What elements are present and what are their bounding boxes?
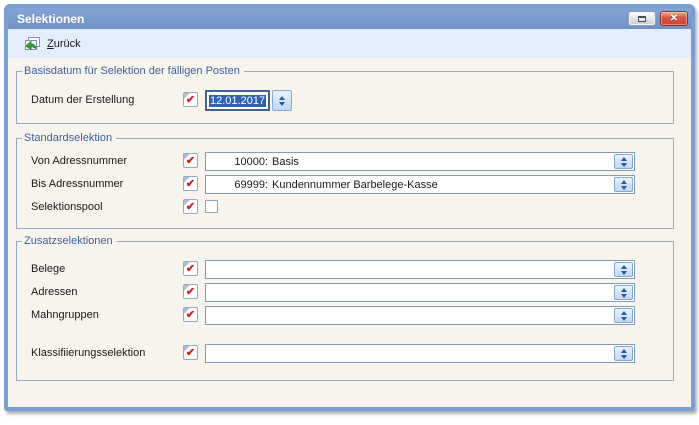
- spinner-button[interactable]: [614, 346, 633, 361]
- field-label: Datum der Erstellung: [31, 94, 134, 106]
- check-icon: ✔: [186, 287, 195, 298]
- group-legend: Basisdatum für Selektion der fälligen Po…: [22, 64, 244, 78]
- date-input[interactable]: 12.01.2017: [205, 90, 270, 111]
- spin-up-icon: [621, 288, 627, 292]
- spinner-button[interactable]: [614, 308, 633, 323]
- spin-up-icon: [621, 265, 627, 269]
- check-icon: ✔: [186, 202, 195, 213]
- group-legend: Zusatzselektionen: [22, 234, 117, 248]
- group-basisdatum: Basisdatum für Selektion der fälligen Po…: [16, 71, 674, 124]
- date-spinner-button[interactable]: [272, 90, 292, 111]
- close-icon: ✕: [670, 14, 678, 24]
- field-value: [208, 310, 272, 322]
- field-label: Selektionspool: [31, 201, 103, 213]
- field-label: Belege: [31, 263, 65, 275]
- window-controls: ✕: [628, 11, 688, 26]
- field-value: [208, 287, 272, 299]
- field-value: 69999:Kundennummer Barbelege-Kasse: [208, 179, 438, 191]
- spinner-button[interactable]: [614, 285, 633, 300]
- minimize-icon: [638, 16, 646, 22]
- date-value: 12.01.2017: [209, 95, 266, 107]
- field-label: Von Adressnummer: [31, 155, 127, 167]
- spin-down-icon: [621, 294, 627, 298]
- row-bis-adressnummer: Bis Adressnummer ✔ 69999:Kundennummer Ba…: [17, 175, 673, 194]
- row-klassifiierungsselektion: Klassifiierungsselektion ✔: [17, 344, 673, 363]
- mahngruppen-field[interactable]: [205, 306, 635, 325]
- row-mahngruppen: Mahngruppen ✔: [17, 306, 673, 325]
- row-belege: Belege ✔: [17, 260, 673, 279]
- check-icon: ✔: [186, 95, 195, 106]
- selection-toggle[interactable]: ✔: [183, 307, 198, 322]
- selection-toggle[interactable]: ✔: [183, 92, 198, 107]
- toolbar: Zurück: [8, 29, 691, 58]
- field-label: Bis Adressnummer: [31, 178, 123, 190]
- row-selektionspool: Selektionspool ✔: [17, 198, 673, 217]
- adressen-field[interactable]: [205, 283, 635, 302]
- spin-down-icon: [621, 317, 627, 321]
- close-button[interactable]: ✕: [660, 11, 688, 26]
- selection-toggle[interactable]: ✔: [183, 176, 198, 191]
- spin-down-icon: [621, 355, 627, 359]
- check-icon: ✔: [186, 179, 195, 190]
- field-value: [208, 264, 272, 276]
- spinner-button[interactable]: [614, 177, 633, 192]
- dialog-content: Basisdatum für Selektion der fälligen Po…: [8, 71, 691, 420]
- field-label: Klassifiierungsselektion: [31, 347, 145, 359]
- von-adressnummer-field[interactable]: 10000:Basis: [205, 152, 635, 171]
- field-value: [208, 348, 272, 360]
- check-icon: ✔: [186, 310, 195, 321]
- dialog-window: Selektionen ✕ Zurück Basisdatum für Sele…: [4, 4, 695, 411]
- group-legend: Standardselektion: [22, 131, 116, 145]
- back-icon: [23, 36, 41, 52]
- back-label: Zurück: [47, 38, 81, 50]
- spin-down-icon: [279, 102, 285, 106]
- row-adressen: Adressen ✔: [17, 283, 673, 302]
- selection-toggle[interactable]: ✔: [183, 153, 198, 168]
- selection-toggle[interactable]: ✔: [183, 345, 198, 360]
- check-icon: ✔: [186, 264, 195, 275]
- window-title: Selektionen: [17, 12, 84, 26]
- back-button[interactable]: Zurück: [18, 34, 86, 54]
- spin-down-icon: [621, 163, 627, 167]
- spin-up-icon: [621, 157, 627, 161]
- selection-toggle[interactable]: ✔: [183, 199, 198, 214]
- spin-up-icon: [621, 311, 627, 315]
- spin-up-icon: [621, 349, 627, 353]
- row-datum-der-erstellung: Datum der Erstellung ✔ 12.01.2017: [17, 91, 673, 110]
- check-icon: ✔: [186, 156, 195, 167]
- title-bar: Selektionen ✕: [8, 8, 691, 29]
- field-value: 10000:Basis: [208, 156, 299, 168]
- selection-toggle[interactable]: ✔: [183, 284, 198, 299]
- klassifiierungsselektion-field[interactable]: [205, 344, 635, 363]
- minimize-button[interactable]: [628, 11, 656, 26]
- spin-up-icon: [621, 180, 627, 184]
- field-label: Mahngruppen: [31, 309, 99, 321]
- check-icon: ✔: [186, 348, 195, 359]
- spin-down-icon: [621, 271, 627, 275]
- belege-field[interactable]: [205, 260, 635, 279]
- bis-adressnummer-field[interactable]: 69999:Kundennummer Barbelege-Kasse: [205, 175, 635, 194]
- selektionspool-checkbox[interactable]: [205, 200, 218, 213]
- field-label: Adressen: [31, 286, 77, 298]
- spin-up-icon: [279, 96, 285, 100]
- spin-down-icon: [621, 186, 627, 190]
- spinner-button[interactable]: [614, 154, 633, 169]
- date-control: 12.01.2017: [205, 91, 292, 110]
- selection-toggle[interactable]: ✔: [183, 261, 198, 276]
- group-zusatzselektionen: Zusatzselektionen Belege ✔ Adressen ✔: [16, 241, 674, 381]
- spinner-button[interactable]: [614, 262, 633, 277]
- group-standardselektion: Standardselektion Von Adressnummer ✔ 100…: [16, 138, 674, 229]
- row-von-adressnummer: Von Adressnummer ✔ 10000:Basis: [17, 152, 673, 171]
